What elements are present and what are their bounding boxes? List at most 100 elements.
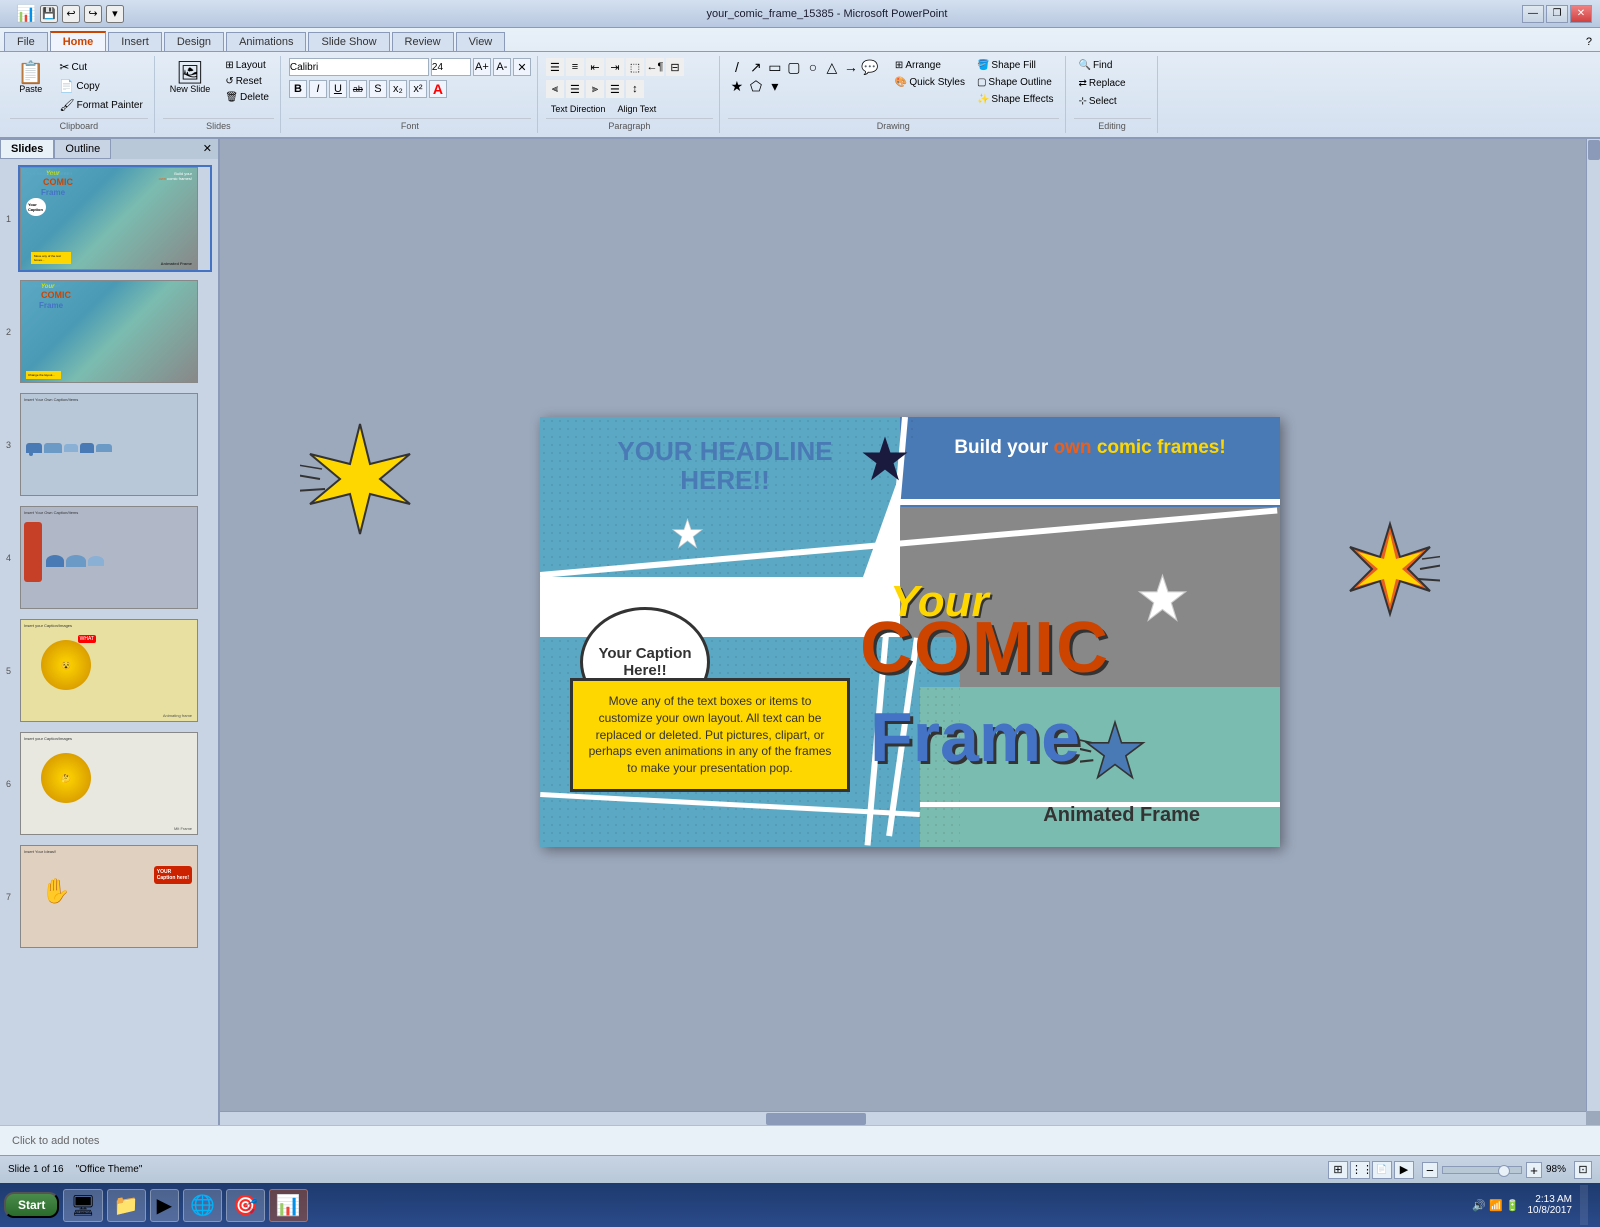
shadow-button[interactable]: S — [369, 80, 387, 98]
undo-button[interactable]: ↩ — [62, 5, 80, 23]
reset-button[interactable]: ↺ Reset — [220, 74, 274, 89]
underline-button[interactable]: U — [329, 80, 347, 98]
line-shape[interactable]: / — [728, 58, 746, 76]
callout-shape[interactable]: 💬 — [861, 58, 879, 76]
slide-thumb-7[interactable]: 7 Insert Your Ideas!! ✋ YOURCaption here… — [18, 843, 212, 950]
format-painter-button[interactable]: 🖌 Format Painter — [54, 96, 147, 114]
reading-view-button[interactable]: 📄 — [1372, 1161, 1392, 1179]
outline-tab[interactable]: Outline — [54, 139, 111, 159]
help-button[interactable]: ? — [1578, 33, 1600, 51]
tab-home[interactable]: Home — [50, 31, 107, 51]
align-left-button[interactable]: ⫷ — [546, 80, 564, 98]
bullet-list-button[interactable]: ☰ — [546, 58, 564, 76]
zoom-out-button[interactable]: − — [1422, 1162, 1438, 1178]
build-text[interactable]: Build your own comic frames! — [920, 437, 1260, 459]
numbered-list-button[interactable]: ≡ — [566, 58, 584, 76]
select-button[interactable]: ⊹ Select — [1074, 94, 1122, 109]
rtarrow-shape[interactable]: → — [842, 58, 860, 76]
clear-format-button[interactable]: ✕ — [513, 58, 531, 76]
redo-button[interactable]: ↪ — [84, 5, 102, 23]
font-size-input[interactable] — [431, 58, 471, 76]
tab-file[interactable]: File — [4, 32, 48, 51]
italic-button[interactable]: I — [309, 80, 327, 98]
increase-indent-button[interactable]: ⇥ — [606, 58, 624, 76]
taskbar-powerpoint-button[interactable]: 📊 — [269, 1189, 308, 1222]
shape-effects-button[interactable]: ✨ Shape Effects — [972, 92, 1059, 107]
taskbar-browser-button[interactable]: 🌐 — [183, 1189, 222, 1222]
align-center-button[interactable]: ☰ — [566, 80, 584, 98]
strikethrough-button[interactable]: ab — [349, 80, 367, 98]
notes-bar[interactable]: Click to add notes — [0, 1125, 1600, 1155]
slides-panel-close[interactable]: ✕ — [197, 139, 218, 159]
slide-canvas[interactable]: YOUR HEADLINE HERE!! Build your own comi… — [540, 417, 1280, 847]
star-shape[interactable]: ★ — [728, 77, 746, 95]
smartart-placeholder-button[interactable]: ⬚ — [626, 58, 644, 76]
slides-tab[interactable]: Slides — [0, 139, 54, 159]
shape-outline-button[interactable]: ▢ Shape Outline — [972, 75, 1059, 90]
fit-window-button[interactable]: ⊡ — [1574, 1161, 1592, 1179]
save-button[interactable]: 💾 — [40, 5, 58, 23]
paste-button[interactable]: 📋 Paste — [10, 58, 51, 98]
justify-button[interactable]: ☰ — [606, 80, 624, 98]
find-button[interactable]: 🔍 Find — [1074, 58, 1118, 73]
align-right-button[interactable]: ⫸ — [586, 80, 604, 98]
slideshow-button[interactable]: ▶ — [1394, 1161, 1414, 1179]
superscript-button[interactable]: x² — [409, 80, 427, 98]
subscript-button[interactable]: x₂ — [389, 80, 407, 98]
triangle-shape[interactable]: △ — [823, 58, 841, 76]
slide-thumb-2[interactable]: 2 YOUR HEADLINE HERE!! COMIC Your Frame … — [18, 278, 212, 385]
tab-slideshow[interactable]: Slide Show — [308, 32, 389, 51]
slide-sorter-button[interactable]: ⋮⋮ — [1350, 1161, 1370, 1179]
slide-thumb-1[interactable]: 1 Your COMIC Frame Build yourown comic f… — [18, 165, 212, 272]
oval-shape[interactable]: ○ — [804, 58, 822, 76]
vertical-scrollbar[interactable] — [1586, 139, 1600, 1111]
font-color-button[interactable]: A — [429, 80, 447, 98]
delete-button[interactable]: 🗑 Delete — [220, 90, 274, 105]
quick-styles-button[interactable]: 🎨 Quick Styles — [890, 75, 970, 90]
rtl-button[interactable]: ←¶ — [646, 58, 664, 76]
taskbar-folder-button[interactable]: 📁 — [107, 1189, 146, 1222]
slide-thumb-3[interactable]: 3 Insert Your Own Caption/Items — [18, 391, 212, 498]
columns-button[interactable]: ⊟ — [666, 58, 684, 76]
close-button[interactable]: ✕ — [1570, 5, 1592, 23]
line-spacing-button[interactable]: ↕ — [626, 80, 644, 98]
minimize-button[interactable]: — — [1522, 5, 1544, 23]
arrange-button[interactable]: ⊞ Arrange — [890, 58, 970, 73]
restore-button[interactable]: ❐ — [1546, 5, 1568, 23]
replace-button[interactable]: ⇄ Replace — [1074, 76, 1131, 91]
text-direction-button[interactable]: Text Direction — [546, 102, 611, 116]
tab-animations[interactable]: Animations — [226, 32, 306, 51]
comic-title-text[interactable]: COMIC — [860, 607, 1110, 689]
slide-thumb-4[interactable]: 4 Insert Your Own Caption/Items — [18, 504, 212, 611]
start-button[interactable]: Start — [4, 1192, 59, 1218]
bold-button[interactable]: B — [289, 80, 307, 98]
shape-fill-button[interactable]: 🪣 Shape Fill — [972, 58, 1059, 73]
new-slide-button[interactable]: 🖼 New Slide — [163, 58, 218, 98]
taskbar-app1-button[interactable]: 🎯 — [226, 1189, 265, 1222]
qat-dropdown-button[interactable]: ▾ — [106, 5, 124, 23]
align-text-button[interactable]: Align Text — [612, 102, 661, 116]
tab-design[interactable]: Design — [164, 32, 224, 51]
increase-font-button[interactable]: A+ — [473, 58, 491, 76]
slide-thumb-6[interactable]: 6 Insert your Caption/Images 🤔 Mlt Frame — [18, 730, 212, 837]
taskbar-media-button[interactable]: ▶ — [150, 1189, 179, 1222]
rect-shape[interactable]: ▭ — [766, 58, 784, 76]
decrease-indent-button[interactable]: ⇤ — [586, 58, 604, 76]
zoom-thumb[interactable] — [1498, 1165, 1510, 1177]
copy-button[interactable]: 📄 Copy — [54, 77, 147, 95]
description-box[interactable]: Move any of the text boxes or items to c… — [570, 678, 850, 792]
more-shapes[interactable]: ▾ — [766, 77, 784, 95]
layout-button[interactable]: ⊞ Layout — [220, 58, 274, 73]
zoom-slider[interactable] — [1442, 1166, 1522, 1174]
slide-thumb-5[interactable]: 5 Insert your Caption/Images 😵 WHAT Anim… — [18, 617, 212, 724]
pentagon-shape[interactable]: ⬠ — [747, 77, 765, 95]
decrease-font-button[interactable]: A- — [493, 58, 511, 76]
tab-review[interactable]: Review — [392, 32, 454, 51]
headline-text[interactable]: YOUR HEADLINE HERE!! — [580, 437, 870, 494]
cut-button[interactable]: ✂ Cut — [54, 58, 147, 76]
tab-insert[interactable]: Insert — [108, 32, 162, 51]
taskbar-explorer-button[interactable]: 🖥 — [63, 1189, 102, 1222]
horizontal-scrollbar[interactable] — [220, 1111, 1586, 1125]
normal-view-button[interactable]: ⊞ — [1328, 1161, 1348, 1179]
font-name-input[interactable] — [289, 58, 429, 76]
